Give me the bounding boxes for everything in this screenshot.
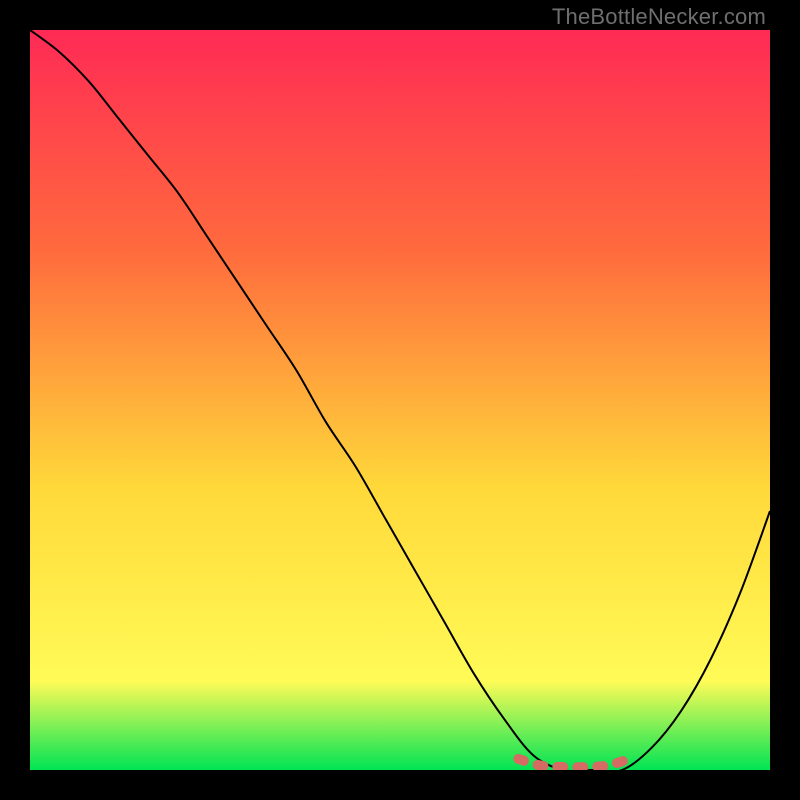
watermark-text: TheBottleNecker.com: [552, 4, 766, 30]
chart-frame: [30, 30, 770, 770]
gradient-background: [30, 30, 770, 770]
chart-svg: [30, 30, 770, 770]
